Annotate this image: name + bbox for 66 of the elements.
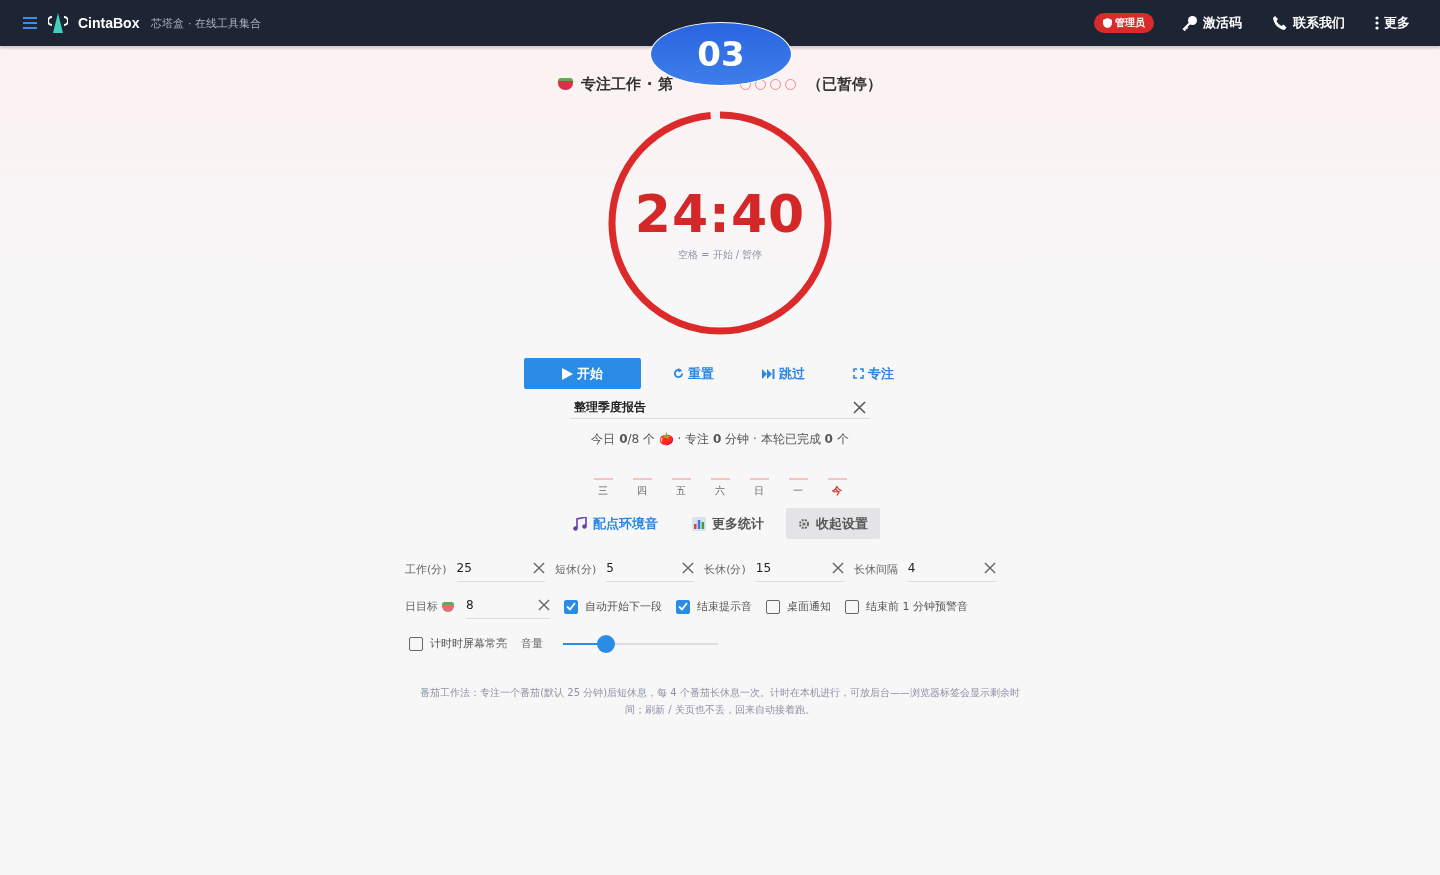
skip-icon xyxy=(762,368,775,379)
bar-chart-icon xyxy=(691,516,706,531)
help-text: 番茄工作法：专注一个番茄(默认 25 分钟)后短休息，每 4 个番茄长休息一次。计时在本机进行，可放后台——浏览器标签会显示剩余时间；刷新 / 关页也不丢，回来自动接着跑。 xyxy=(419,686,1021,717)
play-icon xyxy=(562,367,573,380)
checkbox-label: 结束提示音 xyxy=(697,599,752,614)
close-icon[interactable] xyxy=(853,400,866,414)
number-field[interactable]: 25 xyxy=(456,561,533,575)
day-label: 三 xyxy=(593,478,613,498)
checkbox[interactable] xyxy=(564,599,578,614)
number-field[interactable]: 5 xyxy=(606,561,683,575)
number-field[interactable]: 4 xyxy=(907,561,984,575)
checkbox[interactable] xyxy=(766,599,780,614)
clear-icon[interactable] xyxy=(538,599,550,611)
brand-subtitle: 芯塔盒 · 在线工具集合 xyxy=(151,15,261,31)
admin-badge: 管理员 xyxy=(1094,13,1154,33)
field-label: 短休(分) xyxy=(554,562,597,577)
field-label: 长休间隔 xyxy=(853,562,898,577)
nav-link[interactable]: 联系我们 xyxy=(1272,14,1345,32)
day-label: 今 xyxy=(827,478,847,498)
task-input[interactable]: 整理季度报告 xyxy=(574,400,853,414)
tab-button[interactable]: 更多统计 xyxy=(679,508,776,539)
music-note-icon xyxy=(572,516,587,531)
fullscreen-icon xyxy=(853,368,864,379)
settings-icon xyxy=(797,517,810,530)
tomato-icon xyxy=(558,78,574,90)
session-status: （已暂停） xyxy=(806,74,882,94)
control-button[interactable]: 重置 xyxy=(651,358,736,389)
clear-icon[interactable] xyxy=(983,562,996,574)
day-label: 四 xyxy=(632,478,652,498)
checkbox[interactable] xyxy=(676,599,690,614)
checkbox-label: 结束前 1 分钟预警音 xyxy=(866,599,968,614)
phone-icon xyxy=(1272,15,1288,31)
clear-icon[interactable] xyxy=(831,562,844,574)
nav-link[interactable]: 激活码 xyxy=(1182,14,1242,32)
day-label: 六 xyxy=(710,478,730,498)
checkbox-label: 自动开始下一段 xyxy=(585,599,662,614)
timer-hint: 空格 = 开始 / 暂停 xyxy=(677,248,763,262)
tomato-icon xyxy=(442,601,454,612)
field-label: 日目标 xyxy=(405,599,438,614)
day-label: 一 xyxy=(788,478,808,498)
clear-icon[interactable] xyxy=(682,562,695,574)
shield-icon xyxy=(1103,18,1112,28)
nav-link[interactable]: 更多 xyxy=(1375,14,1410,32)
checkbox-label: 计时时屏幕常亮 xyxy=(430,636,507,651)
number-field[interactable]: 15 xyxy=(755,561,832,575)
field-label: 长休(分) xyxy=(704,562,746,577)
checkbox[interactable] xyxy=(845,599,859,614)
volume-label: 音量 xyxy=(521,636,543,651)
timer-display: 24:40 xyxy=(634,184,806,244)
day-label: 五 xyxy=(671,478,691,498)
reset-icon xyxy=(673,368,684,379)
today-summary: 今日 0/8 个 🍅 · 专注 0 分钟 · 本轮已完成 0 个 xyxy=(591,431,849,448)
checkbox[interactable] xyxy=(409,636,423,651)
field-label: 工作(分) xyxy=(405,562,447,577)
number-field[interactable]: 8 xyxy=(466,598,538,612)
tower-logo-icon xyxy=(48,12,68,34)
tab-button[interactable]: 收起设置 xyxy=(785,508,880,539)
clear-icon[interactable] xyxy=(532,562,545,574)
more-icon xyxy=(1375,16,1379,30)
control-button[interactable]: 开始 xyxy=(524,358,641,389)
brand-name[interactable]: CintaBox xyxy=(78,15,140,31)
day-label: 日 xyxy=(749,478,769,498)
checkbox-label: 桌面通知 xyxy=(787,599,831,614)
menu-icon[interactable] xyxy=(22,16,38,30)
key-icon xyxy=(1182,15,1198,31)
session-title: 专注工作 · 第 xyxy=(581,74,673,94)
